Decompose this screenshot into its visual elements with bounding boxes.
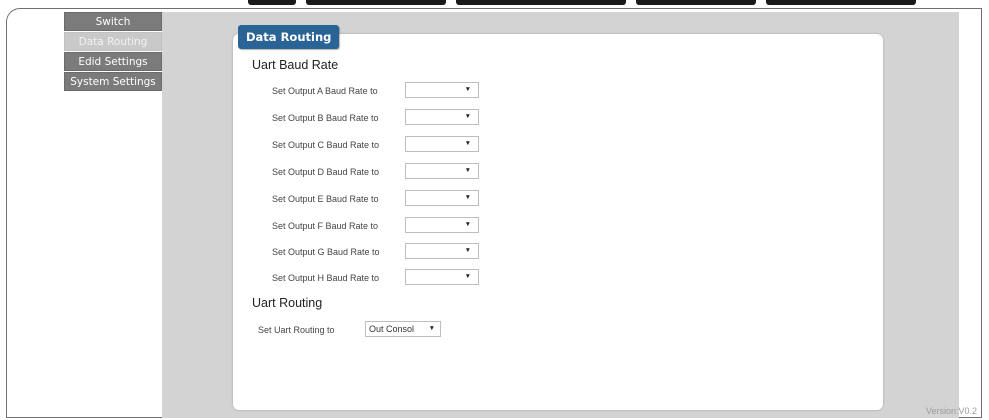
- sidebar-nav: Switch Data Routing Edid Settings System…: [64, 12, 164, 92]
- sidebar-item-system-settings[interactable]: System Settings: [64, 72, 162, 91]
- baud-select-f[interactable]: ▼: [405, 217, 479, 233]
- baud-select-d[interactable]: ▼: [405, 163, 479, 179]
- baud-row-label-d: Set Output D Baud Rate to: [272, 167, 380, 177]
- uart-routing-label: Set Uart Routing to: [258, 325, 335, 335]
- baud-row-label-b: Set Output B Baud Rate to: [272, 113, 379, 123]
- baud-select-e[interactable]: ▼: [405, 190, 479, 206]
- baud-row-label-c: Set Output C Baud Rate to: [272, 140, 380, 150]
- baud-row-label-f: Set Output F Baud Rate to: [272, 221, 379, 231]
- cutoff-text-fragment: [306, 0, 446, 5]
- triangle-down-icon: ▼: [464, 247, 471, 254]
- uart-routing-section-title: Uart Routing: [252, 296, 323, 310]
- baud-select-c[interactable]: ▼: [405, 136, 479, 152]
- baud-row-label-g: Set Output G Baud Rate to: [272, 247, 380, 257]
- baud-select-a[interactable]: ▼: [405, 82, 479, 98]
- baud-select-b[interactable]: ▼: [405, 109, 479, 125]
- triangle-down-icon: ▼: [464, 194, 471, 201]
- baud-row-label-h: Set Output H Baud Rate to: [272, 273, 380, 283]
- sidebar-item-data-routing[interactable]: Data Routing: [64, 32, 162, 51]
- panel-title-tab: Data Routing: [238, 25, 340, 49]
- baud-row-label-a: Set Output A Baud Rate to: [272, 86, 378, 96]
- baud-select-g[interactable]: ▼: [405, 243, 479, 259]
- triangle-down-icon: ▼: [464, 273, 471, 280]
- cutoff-text-fragment: [636, 0, 756, 5]
- triangle-down-icon: ▼: [464, 221, 471, 228]
- top-edge: [0, 0, 989, 8]
- version-label: Version:V0.2: [925, 406, 977, 416]
- cutoff-text-fragment: [248, 0, 296, 5]
- triangle-down-icon: ▼: [464, 140, 471, 147]
- triangle-down-icon: ▼: [464, 113, 471, 120]
- triangle-down-icon: ▼: [464, 167, 471, 174]
- triangle-down-icon: ▼: [428, 325, 435, 332]
- uart-routing-select[interactable]: Out Consol ▼: [365, 321, 441, 337]
- cutoff-text-fragment: [766, 0, 916, 5]
- baud-select-h[interactable]: ▼: [405, 269, 479, 285]
- sidebar-item-switch[interactable]: Switch: [64, 12, 162, 31]
- triangle-down-icon: ▼: [464, 86, 471, 93]
- baud-row-label-e: Set Output E Baud Rate to: [272, 194, 379, 204]
- cutoff-text-fragment: [456, 0, 626, 5]
- sidebar-item-edid-settings[interactable]: Edid Settings: [64, 52, 162, 71]
- uart-routing-select-value: Out Consol: [369, 324, 415, 334]
- baud-rate-section-title: Uart Baud Rate: [252, 58, 339, 72]
